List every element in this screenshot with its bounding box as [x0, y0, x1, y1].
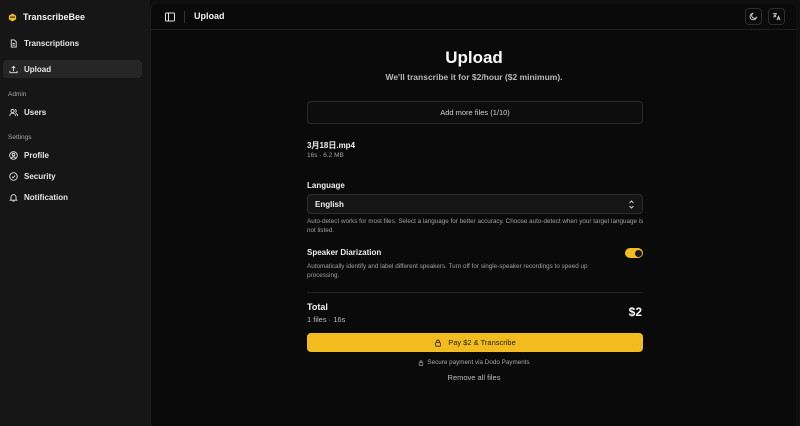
topbar: Upload	[151, 4, 797, 30]
remove-all-files-button[interactable]: Remove all files	[151, 373, 797, 382]
language-help-text: Auto-detect works for most files. Select…	[307, 218, 644, 234]
users-icon	[9, 108, 18, 116]
total-amount: $2	[628, 305, 642, 319]
language-icon	[772, 12, 781, 21]
section-label-admin: Admin	[8, 91, 27, 98]
sidebar-item-label: Security	[24, 171, 56, 181]
bell-icon	[9, 193, 18, 202]
chevron-up-down-icon	[629, 200, 634, 209]
sidebar-item-upload[interactable]: Upload	[3, 60, 142, 78]
sidebar-item-profile[interactable]: Profile	[3, 146, 142, 164]
secure-payment-note: Secure payment via Dodo Payments	[151, 359, 797, 366]
brand[interactable]: TranscribeBee	[8, 10, 85, 24]
add-more-files-button[interactable]: Add more files (1/10)	[307, 101, 643, 124]
sidebar-item-label: Users	[24, 107, 47, 117]
lock-icon	[419, 359, 424, 366]
sidebar-item-label: Transcriptions	[24, 38, 80, 48]
sidebar-item-label: Upload	[24, 64, 52, 74]
theme-toggle-button[interactable]	[745, 8, 762, 25]
total-label: Total	[307, 302, 328, 312]
bee-logo-icon	[8, 12, 17, 22]
secure-payment-text: Secure payment via Dodo Payments	[427, 359, 530, 366]
language-select-value: English	[315, 199, 344, 209]
sidebar-item-users[interactable]: Users	[3, 103, 142, 121]
toggle-knob	[634, 249, 642, 257]
sidebar-item-transcriptions[interactable]: Transcriptions	[3, 34, 142, 52]
language-select[interactable]: English	[307, 194, 643, 214]
pay-button-label: Pay $2 & Transcribe	[448, 338, 516, 347]
topbar-divider	[184, 11, 185, 23]
lock-icon	[435, 339, 442, 347]
upload-icon	[9, 65, 18, 73]
sidebar-item-label: Profile	[24, 150, 49, 160]
sidebar: TranscribeBee Transcriptions Upload Admi…	[0, 0, 150, 426]
page-subtitle: We'll transcribe it for $2/hour ($2 mini…	[385, 72, 563, 82]
file-meta: 16s · 6.2 MB	[307, 152, 344, 159]
moon-icon	[749, 12, 758, 21]
sidebar-toggle-icon[interactable]	[164, 11, 176, 23]
language-label: Language	[307, 181, 345, 190]
page-breadcrumb: Upload	[194, 11, 225, 21]
sidebar-item-label: Notification	[24, 192, 68, 202]
section-label-settings: Settings	[8, 134, 32, 141]
diarization-help-text: Automatically identify and label differe…	[307, 263, 588, 279]
file-name: 3月18日.mp4	[307, 141, 356, 150]
shield-icon	[9, 171, 18, 181]
total-meta: 1 files · 16s	[307, 315, 346, 324]
page-title: Upload	[445, 48, 503, 67]
main-panel: Upload Upload We'll transcribe it for $2…	[150, 4, 797, 426]
sidebar-item-notification[interactable]: Notification	[3, 188, 142, 206]
app-name: TranscribeBee	[23, 12, 86, 22]
user-circle-icon	[9, 150, 18, 160]
diarization-toggle[interactable]	[625, 248, 643, 258]
language-button[interactable]	[768, 8, 785, 25]
divider	[307, 292, 643, 293]
pay-and-transcribe-button[interactable]: Pay $2 & Transcribe	[307, 333, 643, 352]
file-text-icon	[10, 38, 17, 48]
diarization-label: Speaker Diarization	[307, 248, 382, 257]
sidebar-item-security[interactable]: Security	[3, 167, 142, 185]
